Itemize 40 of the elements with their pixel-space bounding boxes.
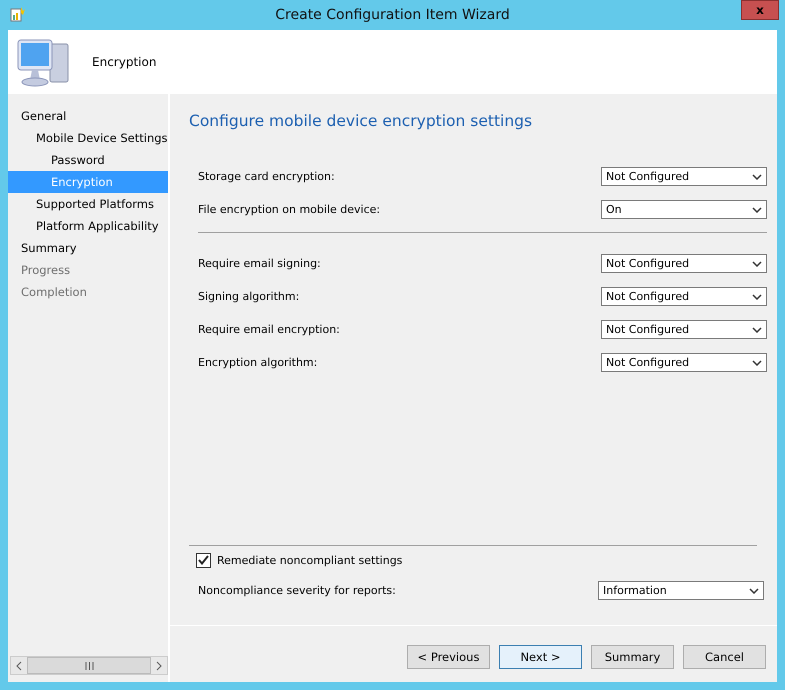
nav-item[interactable]: Mobile Device Settings [36,131,168,145]
setting-label: File encryption on mobile device: [198,203,380,216]
window-title: Create Configuration Item Wizard [275,7,510,23]
nav-item[interactable]: Password [51,153,105,167]
setting-label: Noncompliance severity for reports: [198,584,396,597]
setting-label: Storage card encryption: [198,170,335,183]
dropdown[interactable]: Not Configured [601,353,767,372]
dropdown[interactable]: Not Configured [601,287,767,306]
nav-item[interactable]: Supported Platforms [36,197,154,211]
wizard-button[interactable]: Next > [499,645,582,669]
wizard-icon [10,6,26,22]
chevron-down-icon [752,206,762,212]
dropdown[interactable]: On [601,200,767,219]
page-heading: Encryption [92,55,156,69]
setting-label: Require email encryption: [198,323,340,336]
wizard-button[interactable]: Cancel [683,645,766,669]
chevron-down-icon [749,588,759,594]
section-title: Configure mobile device encryption settings [189,112,534,130]
dropdown[interactable]: Not Configured [601,320,767,339]
grip-icon [84,662,94,670]
checkmark-icon [198,555,209,565]
nav-item[interactable]: General [21,109,66,123]
dropdown[interactable]: Not Configured [601,254,767,273]
chevron-down-icon [752,260,762,266]
chevron-down-icon [752,360,762,366]
dropdown[interactable]: Information [598,581,764,600]
wizard-button[interactable]: < Previous [407,645,490,669]
wizard-button[interactable]: Summary [591,645,674,669]
chevron-down-icon [752,174,762,180]
chevron-down-icon [752,294,762,300]
nav-item[interactable]: Summary [21,241,77,255]
remediate-checkbox[interactable]: Remediate noncompliant settings [189,552,767,568]
horizontal-scrollbar[interactable] [10,656,168,675]
setting-label: Signing algorithm: [198,290,300,303]
setting-label: Encryption algorithm: [198,356,318,369]
nav-item[interactable]: Platform Applicability [36,219,159,233]
setting-label: Require email signing: [198,257,321,270]
chevron-down-icon [752,326,762,332]
close-button[interactable]: x [741,0,779,20]
dropdown[interactable]: Not Configured [601,167,767,186]
